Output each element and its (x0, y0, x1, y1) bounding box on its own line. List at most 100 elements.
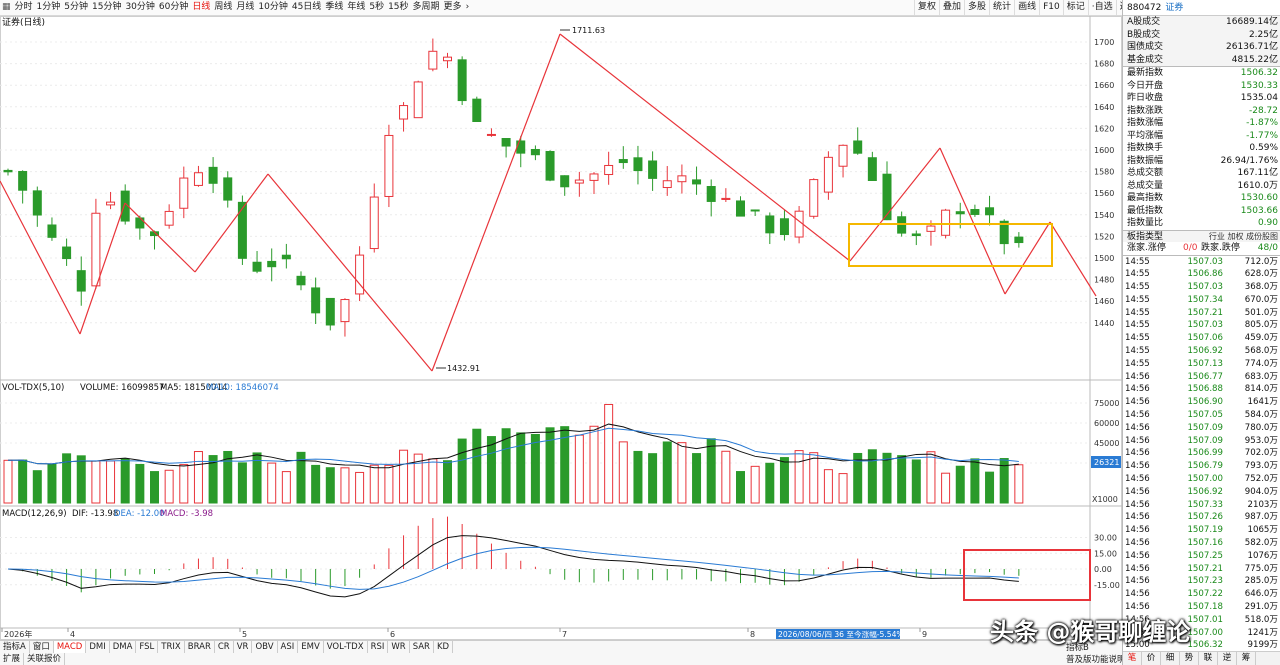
period-tab-0[interactable]: 分时 (13, 0, 35, 15)
tool-button-4[interactable]: 画线 (1014, 0, 1039, 15)
indicator-tab-2[interactable]: MACD (53, 641, 87, 653)
period-tab-2[interactable]: 5分钟 (62, 0, 90, 15)
date-label: 6 (390, 630, 395, 639)
volume-bar (325, 467, 335, 504)
tick-volume: 1065万 (1247, 525, 1278, 536)
tick-row: 14:56 1506.99 702.0万 (1123, 447, 1280, 460)
candle-body (457, 59, 467, 102)
indicator-tab-9[interactable]: VR (234, 641, 253, 653)
period-tab-13[interactable]: 5秒 (367, 0, 386, 15)
period-tab-9[interactable]: 10分钟 (256, 0, 289, 15)
volume-bar (516, 432, 526, 504)
candle-body (281, 254, 291, 260)
price-tick-label: 1580 (1094, 168, 1114, 177)
period-list: 分时 1分钟 5分钟 15分钟 30分钟 60分钟 日线 周线 月线 10分钟 45日线 季线 年线 5秒… (13, 0, 464, 15)
period-tab-15[interactable]: 多周期 (411, 0, 442, 15)
tool-button-1[interactable]: 叠加 (939, 0, 964, 15)
detail-tab-5[interactable]: 逆 (1218, 652, 1237, 665)
tick-time: 14:55 (1125, 307, 1150, 318)
volume-bar (384, 464, 394, 504)
indicator-tabs: 指标A 窗口 MACD DMI DMA FSL TRIX BRAR CR VR OBV ASI EMV V… (0, 641, 454, 653)
tool-button-5[interactable]: F10 (1039, 0, 1063, 15)
extension-tab-1[interactable]: 关联报价 (24, 653, 66, 665)
period-tab-14[interactable]: 15秒 (386, 0, 410, 15)
indicator-tab-5[interactable]: FSL (136, 641, 159, 653)
tick-list[interactable]: 14:55 1507.03 712.0万 14:55 1506.86 628.0万 14:5… (1123, 254, 1280, 653)
indicator-tab-16[interactable]: SAR (410, 641, 434, 653)
stat-row: 最高指数 1530.60 (1123, 192, 1280, 205)
kline-chart[interactable]: 1700 1680 1660 1640 1620 1600 1580 1560 1540 1520… (0, 16, 1122, 640)
indicator-tab-6[interactable]: TRIX (158, 641, 185, 653)
trend-line (1049, 221, 1097, 297)
detail-tab-1[interactable]: 价 (1142, 652, 1161, 665)
period-tab-6[interactable]: 日线 (190, 0, 212, 15)
candle-body (472, 98, 482, 122)
tick-volume: 285.0万 (1244, 576, 1278, 587)
tick-row: 14:55 1507.03 805.0万 (1123, 319, 1280, 332)
tick-price: 1507.23 (1187, 576, 1223, 587)
indicator-tab-4[interactable]: DMA (110, 641, 137, 653)
candle-body (941, 209, 951, 236)
more-arrow-icon[interactable]: › (464, 0, 472, 15)
volume-bar (193, 451, 203, 504)
quote-header: 880472 证券 (1123, 0, 1280, 16)
price-tick-label: 1500 (1094, 254, 1114, 263)
tool-button-2[interactable]: 多股 (964, 0, 989, 15)
indicator-tab-11[interactable]: ASI (278, 641, 299, 653)
detail-tab-4[interactable]: 联 (1199, 652, 1218, 665)
stat-value: -1.77% (1246, 130, 1278, 141)
indicator-tab-0[interactable]: 指标A (0, 641, 30, 653)
volume-bar (823, 469, 833, 504)
quote-panel: 880472 证券 A股成交 16689.14亿 B股成交 2.25亿 国债成交 26136… (1122, 0, 1280, 665)
detail-tab-6[interactable]: 筹 (1237, 652, 1256, 665)
tool-button-7[interactable]: ·自选 (1087, 0, 1116, 15)
indicator-tab-8[interactable]: CR (215, 641, 234, 653)
detail-tab-0[interactable]: 笔 (1123, 652, 1142, 665)
vol-tick-label: 60000 (1094, 419, 1119, 428)
board-type-row: 板指类型 行业 加权 成份股图 (1123, 229, 1280, 242)
tick-volume: 702.0万 (1244, 448, 1278, 459)
tool-button-0[interactable]: 复权 (914, 0, 939, 15)
info-tip: 2026/08/06/四 36 至今涨幅-5.54% (778, 629, 904, 639)
indicator-tab-3[interactable]: DMI (86, 641, 110, 653)
period-tab-3[interactable]: 15分钟 (90, 0, 123, 15)
period-tab-16[interactable]: 更多 (442, 0, 464, 15)
volume-bar (867, 449, 877, 504)
period-tab-7[interactable]: 周线 (212, 0, 234, 15)
indicator-tab-7[interactable]: BRAR (185, 641, 215, 653)
period-tab-11[interactable]: 季线 (323, 0, 345, 15)
candle-body (809, 179, 819, 217)
candle-body (765, 215, 775, 234)
period-tab-8[interactable]: 月线 (234, 0, 256, 15)
indicator-tab-15[interactable]: WR (388, 641, 410, 653)
tool-button-6[interactable]: 标记 (1062, 0, 1088, 15)
indicator-tab-1[interactable]: 窗口 (30, 641, 54, 653)
period-tab-10[interactable]: 45日线 (290, 0, 323, 15)
candle-body (179, 177, 189, 209)
tick-volume: 780.0万 (1244, 422, 1278, 433)
period-tab-12[interactable]: 年线 (345, 0, 367, 15)
extension-tab-0[interactable]: 扩展 (0, 653, 25, 665)
grid-icon[interactable]: ▦ (0, 0, 13, 15)
trend-line (849, 147, 941, 262)
indicator-tab-10[interactable]: OBV (252, 641, 278, 653)
indicator-tab-17[interactable]: KD (434, 641, 454, 653)
detail-tab-3[interactable]: 势 (1180, 652, 1199, 665)
detail-tab-2[interactable]: 细 (1161, 652, 1180, 665)
stat-value: 26.94/1.76% (1220, 155, 1278, 166)
period-tab-1[interactable]: 1分钟 (35, 0, 63, 15)
indicator-tab-12[interactable]: EMV (298, 641, 324, 653)
stat-label: 基金成交 (1127, 54, 1164, 65)
index-name[interactable]: 证券 (1165, 3, 1183, 13)
tool-button-3[interactable]: 统计 (989, 0, 1014, 15)
indicator-tab-14[interactable]: RSI (368, 641, 389, 653)
stat-label: 今日开盘 (1127, 80, 1164, 91)
feature-hint-link[interactable]: 普及版功能说明 (1066, 653, 1126, 665)
period-tab-5[interactable]: 60分钟 (157, 0, 190, 15)
period-tab-4[interactable]: 30分钟 (123, 0, 156, 15)
price-tick-label: 1620 (1094, 124, 1114, 133)
indicator-tab-13[interactable]: VOL-TDX (324, 641, 368, 653)
candle-body (560, 175, 570, 188)
volume-bar (120, 458, 130, 504)
stat-label: 平均涨幅 (1127, 130, 1164, 141)
